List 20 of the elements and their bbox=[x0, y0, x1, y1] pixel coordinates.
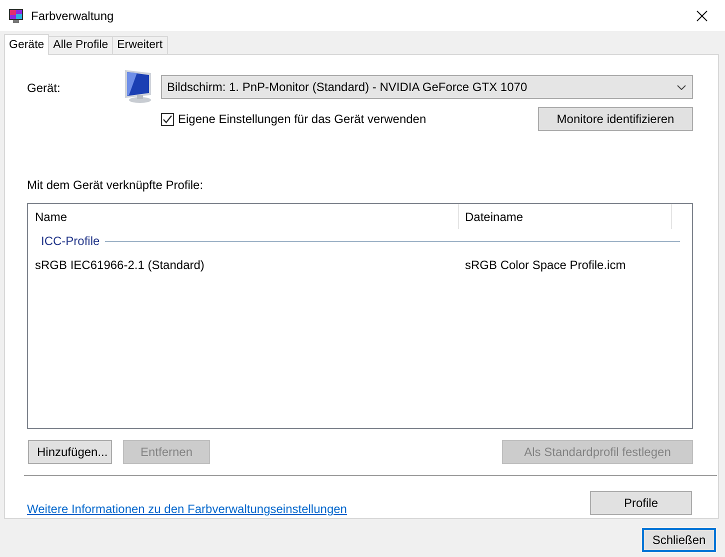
device-dropdown[interactable]: Bildschirm: 1. PnP-Monitor (Standard) - NVIDIA GeForce GTX 1070 bbox=[161, 75, 693, 99]
window-title: Farbverwaltung bbox=[31, 8, 114, 24]
group-header: ICC-Profile bbox=[41, 233, 100, 250]
info-link[interactable]: Weitere Informationen zu den Farbverwaltungseinstellungen bbox=[27, 500, 347, 518]
tab[interactable]: Geräte bbox=[4, 34, 50, 55]
close-button[interactable]: Schließen bbox=[642, 528, 716, 552]
column-header[interactable]: Name bbox=[28, 208, 458, 226]
table-cell-text: sRGB Color Space Profile.icm bbox=[464, 257, 626, 274]
list-caption: Mit dem Gerät verknüpfte Profile: bbox=[27, 177, 204, 194]
action-button[interactable]: Hinzufügen... bbox=[28, 440, 112, 464]
column-header[interactable]: Dateiname bbox=[458, 204, 672, 229]
checkbox[interactable] bbox=[161, 112, 174, 126]
identify-button[interactable]: Monitore identifizieren bbox=[538, 107, 693, 131]
table-cell-text: sRGB IEC61966-2.1 (Standard) bbox=[34, 257, 206, 274]
checkbox-label: Eigene Einstellungen für das Gerät verwenden bbox=[178, 111, 426, 128]
device-label: Gerät: bbox=[27, 80, 62, 97]
profile-button[interactable]: Profile bbox=[590, 491, 692, 515]
caret-icon bbox=[677, 84, 686, 90]
tab[interactable]: Erweitert bbox=[112, 36, 168, 54]
app-icon bbox=[8, 8, 24, 24]
